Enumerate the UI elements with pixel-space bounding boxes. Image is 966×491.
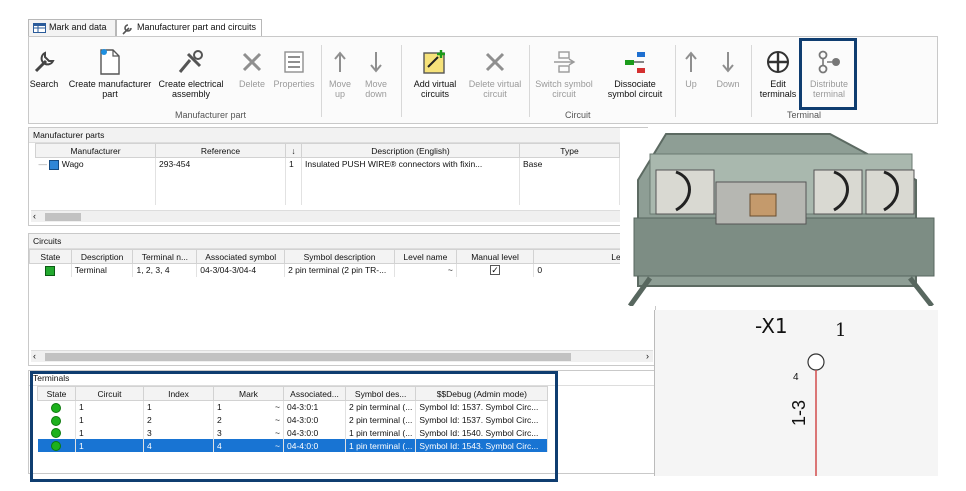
group-label-circuit: Circuit: [565, 110, 591, 120]
new-document-icon: [100, 49, 120, 75]
arrow-up-icon: [334, 51, 346, 72]
create-electrical-assembly-button[interactable]: Create electrical assembly: [153, 45, 229, 99]
schematic-panel: -X1 1 4 1-3: [654, 310, 938, 476]
add-virtual-circuit-icon: [423, 50, 445, 74]
circuits-panel: Circuits State Description Terminal n...…: [28, 233, 656, 366]
close-icon: [485, 52, 505, 72]
manufacturer-parts-table: Manufacturer Reference ↓ Description (En…: [35, 143, 620, 205]
scroll-left-icon[interactable]: ‹: [33, 211, 36, 221]
column-header[interactable]: Description (English): [301, 143, 520, 158]
distribute-terminal-highlight: [799, 38, 857, 110]
tab-manufacturer-part-and-circuits[interactable]: Manufacturer part and circuits: [116, 19, 262, 36]
circuits-table: State Description Terminal n... Associat…: [29, 249, 655, 277]
panel-title: Manufacturer parts: [29, 128, 647, 143]
sort-column-header[interactable]: ↓: [285, 143, 302, 158]
column-header[interactable]: Type: [519, 143, 620, 158]
tab-mark-and-data[interactable]: Mark and data: [28, 19, 116, 36]
arrow-up-icon: [685, 51, 697, 72]
properties-button[interactable]: Properties: [271, 45, 317, 89]
state-icon: [45, 265, 56, 276]
column-header[interactable]: Symbol description: [284, 249, 395, 264]
arrow-down-icon: [722, 52, 734, 73]
scrollbar-thumb[interactable]: [45, 353, 571, 361]
tab-label: Mark and data: [49, 22, 107, 32]
table-icon: [33, 23, 46, 33]
terminal-symbol: [807, 353, 825, 476]
wire-label: 1-3: [789, 399, 809, 426]
delete-button[interactable]: Delete: [235, 45, 269, 89]
tab-label: Manufacturer part and circuits: [137, 22, 257, 32]
down-button[interactable]: Down: [711, 45, 745, 89]
switch-symbol-icon: [554, 51, 576, 73]
column-header[interactable]: Level name: [394, 249, 457, 264]
manual-level-checkbox[interactable]: ✓: [490, 265, 501, 276]
assembly-tools-icon: [178, 50, 203, 73]
search-button[interactable]: Search: [29, 45, 59, 89]
switch-symbol-circuit-button[interactable]: Switch symbol circuit: [531, 45, 597, 99]
group-label-manufacturer-part: Manufacturer part: [175, 110, 247, 120]
move-down-button[interactable]: Move down: [359, 45, 393, 99]
wrench-icon: [122, 24, 132, 35]
terminal-block-photo: [620, 128, 938, 308]
column-header[interactable]: Terminal n...: [132, 249, 198, 264]
wrench-icon: [34, 51, 55, 73]
terminal-block-image: [627, 133, 935, 308]
properties-icon: [284, 51, 304, 73]
add-virtual-circuits-button[interactable]: Add virtual circuits: [407, 45, 463, 99]
manufacturer-parts-panel: Manufacturer parts Manufacturer Referenc…: [28, 127, 648, 226]
column-header[interactable]: Manual level: [455, 249, 535, 264]
panel-title: Circuits: [29, 234, 655, 249]
table-row[interactable]: — Wago 293-454 1 Insulated PUSH WIRE® co…: [35, 157, 620, 171]
manufacturer-part-icon: [49, 159, 60, 170]
close-icon: [242, 52, 262, 72]
dissociate-symbol-circuit-button[interactable]: Dissociate symbol circuit: [599, 45, 671, 99]
scroll-left-icon[interactable]: ‹: [33, 351, 36, 361]
column-header[interactable]: State: [29, 249, 72, 264]
sort-icon: ↓: [291, 145, 296, 156]
column-header[interactable]: Description: [70, 249, 134, 264]
group-label-terminal: Terminal: [787, 110, 822, 120]
delete-virtual-circuit-button[interactable]: Delete virtual circuit: [463, 45, 527, 99]
horizontal-scrollbar[interactable]: ‹: [31, 210, 645, 222]
scroll-right-icon[interactable]: ›: [646, 351, 649, 361]
create-manufacturer-part-button[interactable]: Create manufacturer part: [65, 45, 155, 99]
dissociate-symbol-icon: [625, 52, 645, 73]
terminal-edit-icon: [767, 51, 789, 73]
horizontal-scrollbar[interactable]: ‹ ›: [31, 350, 653, 362]
up-button[interactable]: Up: [679, 45, 703, 89]
column-header[interactable]: Associated symbol: [196, 249, 286, 264]
move-up-button[interactable]: Move up: [325, 45, 355, 99]
table-row[interactable]: Terminal 1, 2, 3, 4 04-3/04-3/04-4 2 pin…: [29, 263, 655, 277]
edit-terminals-button[interactable]: Edit terminals: [755, 45, 801, 99]
arrow-down-icon: [370, 52, 382, 73]
column-header[interactable]: Reference: [155, 143, 286, 158]
scrollbar-thumb[interactable]: [45, 213, 81, 221]
column-header[interactable]: Manufacturer: [35, 143, 156, 158]
terminals-highlight: [30, 371, 558, 482]
